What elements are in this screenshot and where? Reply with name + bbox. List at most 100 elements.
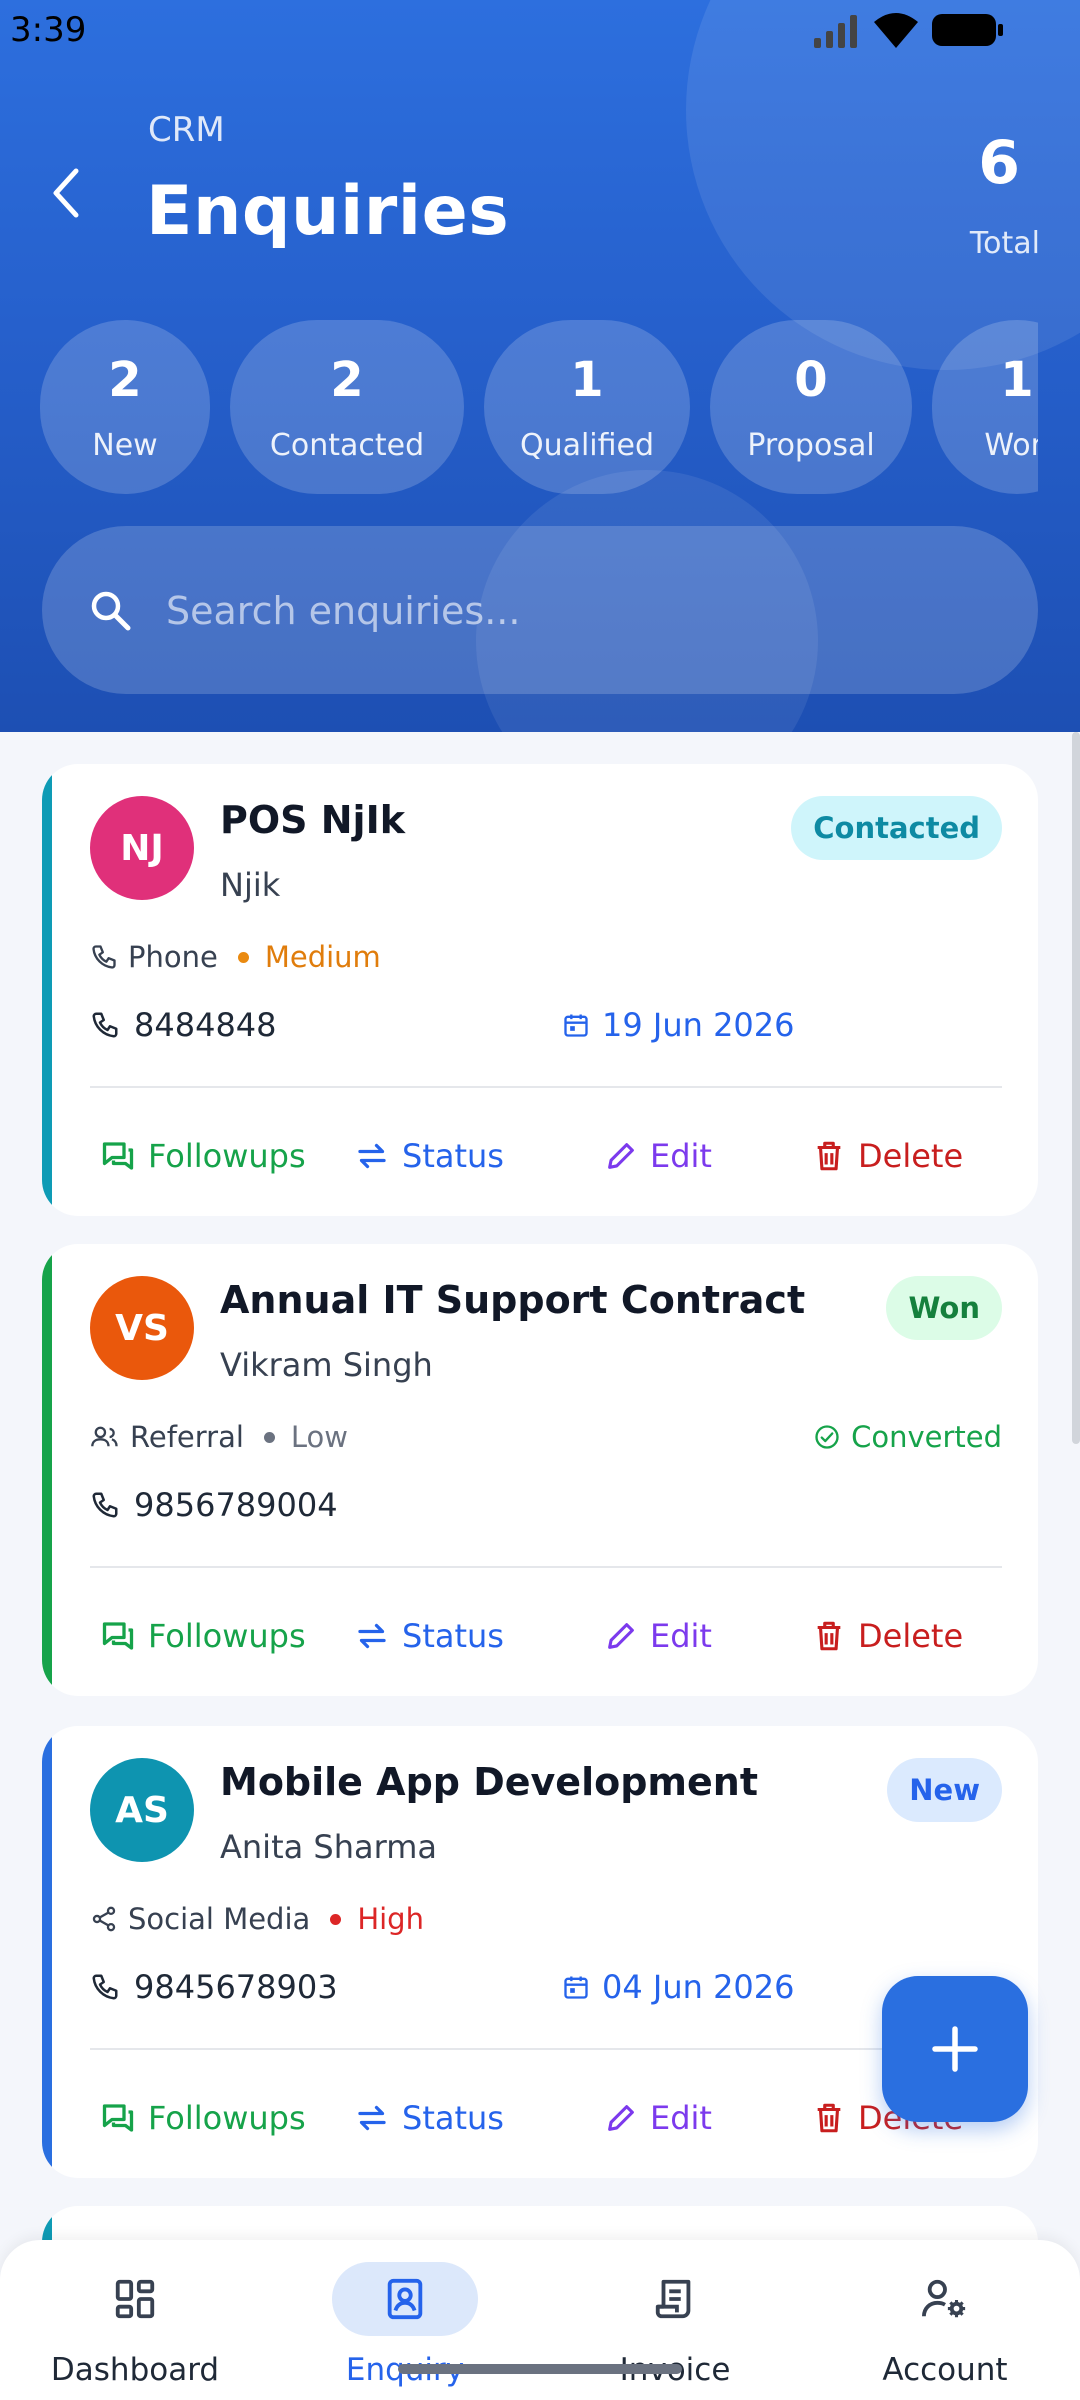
- card-accent: [42, 1726, 52, 2178]
- scrollbar[interactable]: [1072, 732, 1080, 1444]
- page-title: Enquiries: [146, 172, 510, 251]
- avatar: VS: [90, 1276, 194, 1380]
- dashboard-icon: [115, 2279, 155, 2319]
- status-button[interactable]: Status: [354, 1124, 504, 1188]
- edit-button[interactable]: Edit: [604, 1124, 712, 1188]
- status-bar: 3:39: [0, 0, 1080, 60]
- section-label: CRM: [148, 110, 225, 150]
- search-icon: [91, 591, 131, 631]
- invoice-icon-wrap: [602, 2262, 748, 2336]
- bottom-navigation: Dashboard Enquiry Invoice: [0, 2240, 1080, 2400]
- enquiry-card[interactable]: VS Annual IT Support Contract Vikram Sin…: [42, 1244, 1038, 1696]
- phone-icon: [92, 1492, 118, 1518]
- enquiry-icon-wrap: [332, 2262, 478, 2336]
- invoice-icon: [655, 2279, 691, 2319]
- enquiry-source: Referral: [130, 1420, 244, 1454]
- edit-label: Edit: [650, 1617, 712, 1655]
- back-button[interactable]: [30, 150, 100, 236]
- edit-button[interactable]: Edit: [604, 2086, 712, 2150]
- enquiry-priority: Low: [290, 1420, 349, 1454]
- trash-icon: [817, 1621, 841, 1651]
- stat-label: Won: [984, 428, 1038, 463]
- followups-button[interactable]: Followups: [100, 2086, 306, 2150]
- edit-button[interactable]: Edit: [604, 1604, 712, 1668]
- nav-account[interactable]: Account: [810, 2240, 1080, 2400]
- enquiry-source: Phone: [128, 940, 218, 974]
- stat-pill-contacted[interactable]: 2 Contacted: [230, 320, 464, 494]
- enquiry-card[interactable]: NJ POS NjIk Njik Contacted Phone Medium …: [42, 764, 1038, 1216]
- card-accent: [42, 764, 52, 1216]
- chat-icon: [102, 2104, 134, 2132]
- priority-dot: [263, 1431, 275, 1443]
- stat-pill-proposal[interactable]: 0 Proposal: [710, 320, 912, 494]
- enquiry-date: 19 Jun 2026: [562, 1000, 795, 1050]
- status-button[interactable]: Status: [354, 2086, 504, 2150]
- status-button[interactable]: Status: [354, 1604, 504, 1668]
- phone-number: 8484848: [134, 1006, 277, 1044]
- enquiry-card[interactable]: AS Mobile App Development Anita Sharma N…: [42, 1726, 1038, 2178]
- stat-label: Proposal: [747, 428, 875, 463]
- stat-label: Contacted: [269, 428, 425, 463]
- delete-button[interactable]: Delete: [812, 1604, 963, 1668]
- card-accent: [42, 1244, 52, 1696]
- enquiry-contact: Vikram Singh: [220, 1346, 433, 1384]
- enquiry-title: Annual IT Support Contract: [220, 1278, 806, 1322]
- pencil-icon: [608, 1143, 634, 1169]
- stat-pill-qualified[interactable]: 1 Qualified: [484, 320, 690, 494]
- nav-label: Account: [882, 2352, 1008, 2388]
- divider: [90, 1566, 1002, 1568]
- enquiry-contact: Njik: [220, 866, 281, 904]
- calendar-icon: [564, 1976, 588, 1999]
- pencil-icon: [608, 1623, 634, 1649]
- calendar-icon: [564, 1014, 588, 1037]
- followups-label: Followups: [148, 1617, 306, 1655]
- stat-pill-won[interactable]: 1 Won: [932, 320, 1038, 494]
- priority-dot: [330, 1913, 342, 1925]
- enquiry-meta: Referral Low: [90, 1416, 348, 1458]
- edit-label: Edit: [650, 1137, 712, 1175]
- status-label: Status: [402, 1137, 504, 1175]
- total-count: 6: [978, 128, 1020, 198]
- wifi-icon: [874, 13, 918, 48]
- edit-label: Edit: [650, 2099, 712, 2137]
- user-settings-icon: [922, 2279, 966, 2318]
- delete-button[interactable]: Delete: [812, 1124, 963, 1188]
- followups-button[interactable]: Followups: [100, 1124, 306, 1188]
- status-label: Status: [402, 2099, 504, 2137]
- battery-icon: [932, 14, 1003, 46]
- avatar: NJ: [90, 796, 194, 900]
- nav-dashboard[interactable]: Dashboard: [0, 2240, 270, 2400]
- avatar: AS: [90, 1758, 194, 1862]
- account-icon-wrap: [872, 2262, 1018, 2336]
- check-circle-icon: [815, 1425, 839, 1449]
- stat-count: 1: [1000, 352, 1034, 408]
- signal-icon: [814, 15, 857, 48]
- stat-label: Qualified: [519, 428, 655, 463]
- followups-button[interactable]: Followups: [100, 1604, 306, 1668]
- status-label: Status: [402, 1617, 504, 1655]
- divider: [90, 1086, 1002, 1088]
- total-label: Total: [969, 226, 1040, 261]
- search-input[interactable]: [166, 566, 986, 656]
- enquiry-title: POS NjIk: [220, 798, 405, 842]
- stat-count: 1: [570, 352, 604, 408]
- nav-invoice[interactable]: Invoice: [540, 2240, 810, 2400]
- stat-count: 2: [330, 352, 364, 408]
- nav-enquiry[interactable]: Enquiry: [270, 2240, 540, 2400]
- converted-label: Converted: [851, 1420, 1002, 1454]
- nav-label: Dashboard: [50, 2352, 220, 2388]
- divider: [90, 2048, 1002, 2050]
- status-badge: Won: [886, 1276, 1002, 1340]
- stat-count: 2: [108, 352, 142, 408]
- home-indicator: [398, 2364, 682, 2374]
- contact-card-icon: [387, 2278, 423, 2320]
- stat-pill-new[interactable]: 2 New: [40, 320, 210, 494]
- enquiry-priority: Medium: [264, 940, 381, 974]
- followups-label: Followups: [148, 2099, 306, 2137]
- status-filter-row: 2 New 2 Contacted 1 Qualified 0 Proposal…: [40, 320, 1038, 496]
- converted-indicator: Converted: [813, 1416, 1002, 1458]
- header: 3:39 CRM Enquiries 6 Total 2 New 2 Conta…: [0, 0, 1080, 732]
- trash-icon: [817, 2103, 841, 2133]
- add-enquiry-button[interactable]: [882, 1976, 1028, 2122]
- enquiry-title: Mobile App Development: [220, 1760, 758, 1804]
